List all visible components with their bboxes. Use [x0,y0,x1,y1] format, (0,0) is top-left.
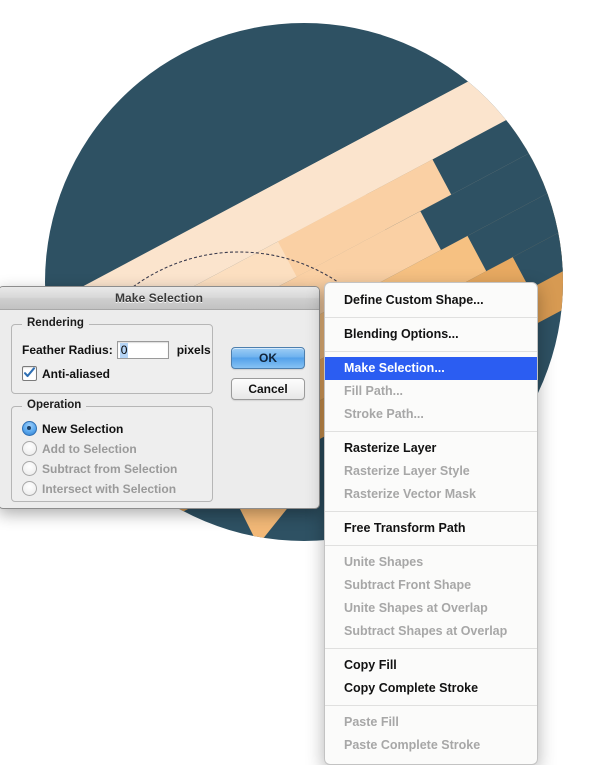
radio-new-selection[interactable]: New Selection [22,421,123,436]
radio-unselected-icon [22,441,37,456]
rendering-group: Rendering Feather Radius: 0 pixels Anti-… [11,317,213,394]
menu-item-subtract-shapes-at-overlap: Subtract Shapes at Overlap [344,624,508,638]
menu-item-copy-fill[interactable]: Copy Fill [325,654,537,677]
radio-label: Intersect with Selection [42,481,177,496]
menu-item-fill-path: Fill Path... [344,384,404,398]
anti-aliased-label: Anti-aliased [42,366,111,381]
menu-separator [325,648,537,649]
menu-separator [325,317,537,318]
menu-separator [325,351,537,352]
cancel-button[interactable]: Cancel [231,378,305,400]
radio-add-to-selection: Add to Selection [22,441,137,456]
make-selection-dialog[interactable]: Make Selection Rendering Feather Radius:… [0,286,320,509]
dialog-body: Rendering Feather Radius: 0 pixels Anti-… [0,310,319,508]
radio-unselected-icon [22,461,37,476]
radio-label: New Selection [42,421,124,436]
dialog-titlebar[interactable]: Make Selection [0,287,319,310]
menu-item-define-custom-shape[interactable]: Define Custom Shape... [325,289,537,312]
menu-item-paste-fill: Paste Fill [344,715,399,729]
radio-label: Subtract from Selection [42,461,178,476]
path-context-menu[interactable]: Define Custom Shape... Blending Options..… [324,282,538,765]
ok-button[interactable]: OK [231,347,305,369]
feather-radius-value: 0 [119,342,129,358]
menu-separator [325,705,537,706]
menu-item-rasterize-vector-mask: Rasterize Vector Mask [344,487,477,501]
feather-radius-row: Feather Radius: 0 pixels [22,341,211,359]
dialog-title: Make Selection [114,291,204,305]
menu-item-stroke-path: Stroke Path... [344,407,424,421]
radio-selected-icon[interactable] [22,421,37,436]
menu-item-paste-complete-stroke: Paste Complete Stroke [344,738,481,752]
menu-item-rasterize-layer-style: Rasterize Layer Style [344,464,470,478]
menu-item-make-selection[interactable]: Make Selection... [325,357,537,380]
anti-aliased-row[interactable]: Anti-aliased [22,366,110,381]
radio-intersect-with-selection: Intersect with Selection [22,481,176,496]
menu-item-subtract-front-shape: Subtract Front Shape [344,578,472,592]
radio-unselected-icon [22,481,37,496]
menu-item-copy-complete-stroke[interactable]: Copy Complete Stroke [325,677,537,700]
menu-item-free-transform-path[interactable]: Free Transform Path [325,517,537,540]
operation-group-legend: Operation [22,399,87,411]
checkbox-checked-icon[interactable] [22,366,37,381]
menu-item-unite-shapes-at-overlap: Unite Shapes at Overlap [344,601,488,615]
feather-radius-label: Feather Radius: [22,343,113,357]
menu-separator [325,511,537,512]
feather-radius-input[interactable]: 0 [116,341,169,359]
rendering-group-legend: Rendering [22,317,89,329]
menu-separator [325,545,537,546]
radio-subtract-from-selection: Subtract from Selection [22,461,177,476]
menu-item-blending-options[interactable]: Blending Options... [325,323,537,346]
menu-separator [325,431,537,432]
operation-group: Operation New Selection Add to Selection… [11,399,213,502]
radio-label: Add to Selection [42,441,137,456]
feather-radius-units: pixels [176,343,211,357]
menu-item-unite-shapes: Unite Shapes [344,555,424,569]
menu-item-rasterize-layer[interactable]: Rasterize Layer [325,437,537,460]
